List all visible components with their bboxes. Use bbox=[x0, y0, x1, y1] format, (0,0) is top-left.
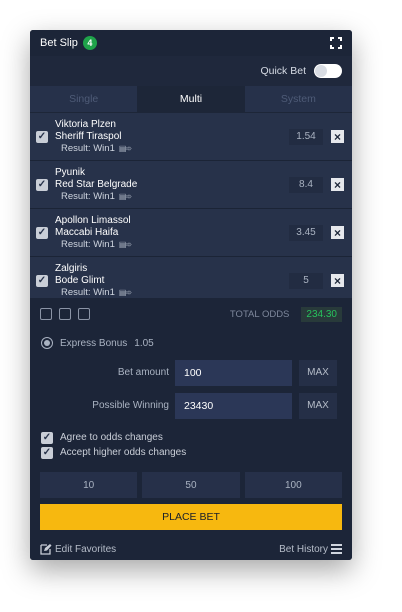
remove-bet-button[interactable]: × bbox=[331, 178, 344, 191]
tab-single[interactable]: Single bbox=[30, 86, 137, 112]
agree-odds-row: ✓ Agree to odds changes bbox=[30, 430, 352, 445]
express-bonus-row: Express Bonus 1.05 bbox=[30, 330, 352, 356]
home-team: Pyunik bbox=[55, 166, 86, 178]
stats-icon[interactable]: ▤➾ bbox=[119, 239, 132, 251]
footer: Edit Favorites Bet History bbox=[30, 543, 352, 555]
total-odds-label: TOTAL ODDS bbox=[229, 308, 290, 320]
bet-item: ✓ Pyunik Red Star Belgrade Result: Win1 ▤… bbox=[30, 161, 352, 209]
bet-amount-input[interactable]: 100 bbox=[175, 359, 292, 386]
bet-checkbox[interactable]: ✓ bbox=[36, 274, 48, 287]
bet-slip-panel: Bet Slip 4 Quick Bet Single Multi System… bbox=[30, 30, 352, 560]
remove-bet-button[interactable]: × bbox=[331, 130, 344, 143]
bet-checkbox[interactable]: ✓ bbox=[36, 226, 48, 239]
result-text: Result: Win1 bbox=[61, 238, 115, 250]
bet-amount-row: Bet amount 100 MAX bbox=[30, 356, 352, 389]
bet-text: Pyunik Red Star Belgrade Result: Win1 ▤➾ bbox=[55, 167, 289, 203]
possible-winning-max-button[interactable]: MAX bbox=[299, 392, 337, 419]
accept-higher-checkbox[interactable]: ✓ bbox=[41, 446, 53, 459]
stats-icon[interactable]: ▤➾ bbox=[119, 191, 132, 203]
quick-bet-row: Quick Bet bbox=[30, 56, 352, 86]
menu-icon bbox=[331, 544, 342, 554]
bet-count-badge: 4 bbox=[82, 36, 97, 50]
bet-text: Zalgiris Bode Glimt Result: Win1 ▤➾ bbox=[55, 263, 289, 299]
tab-system[interactable]: System bbox=[245, 86, 352, 112]
result-text: Result: Win1 bbox=[61, 142, 115, 154]
remove-bet-button[interactable]: × bbox=[331, 274, 344, 287]
home-team: Viktoria Plzen bbox=[55, 118, 116, 130]
edit-favorites-link[interactable]: Edit Favorites bbox=[40, 543, 116, 555]
express-bonus-radio[interactable] bbox=[41, 337, 53, 349]
place-bet-button[interactable]: PLACE BET bbox=[40, 504, 342, 530]
away-team: Bode Glimt bbox=[55, 274, 105, 286]
quick-bet-toggle[interactable] bbox=[314, 64, 342, 78]
bet-item: ✓ Viktoria Plzen Sheriff Tiraspol Result… bbox=[30, 113, 352, 161]
bet-odds: 3.45 bbox=[289, 224, 323, 241]
bet-result: Result: Win1 ▤➾ bbox=[61, 239, 289, 251]
radio-dot bbox=[44, 340, 50, 346]
bet-odds: 8.4 bbox=[289, 176, 323, 193]
bet-history-label: Bet History bbox=[279, 543, 328, 555]
quick-amount-button[interactable]: 50 bbox=[142, 472, 240, 498]
bet-result: Result: Win1 ▤➾ bbox=[61, 287, 289, 299]
stats-icon[interactable]: ▤➾ bbox=[119, 143, 132, 155]
copy-icon[interactable] bbox=[59, 308, 71, 320]
quick-amounts: 10 50 100 bbox=[30, 472, 352, 498]
home-team: Apollon Limassol bbox=[55, 214, 131, 226]
toggle-knob bbox=[315, 65, 327, 77]
express-bonus-label: Express Bonus bbox=[60, 337, 128, 349]
bet-summary: TOTAL ODDS 234.30 Express Bonus 1.05 Bet… bbox=[30, 298, 352, 560]
edit-icon bbox=[40, 544, 52, 555]
quick-amount-button[interactable]: 100 bbox=[244, 472, 342, 498]
bet-amount-max-button[interactable]: MAX bbox=[299, 359, 337, 386]
bet-checkbox[interactable]: ✓ bbox=[36, 130, 48, 143]
bet-result: Result: Win1 ▤➾ bbox=[61, 143, 289, 155]
bet-amount-label: Bet amount bbox=[117, 367, 169, 378]
possible-winning-row: Possible Winning 23430 MAX bbox=[30, 389, 352, 422]
bet-list: ✓ Viktoria Plzen Sheriff Tiraspol Result… bbox=[30, 113, 352, 305]
bet-type-tabs: Single Multi System bbox=[30, 86, 352, 113]
edit-favorites-label: Edit Favorites bbox=[55, 543, 117, 555]
delete-all-icon[interactable] bbox=[78, 308, 90, 320]
away-team: Maccabi Haifa bbox=[55, 226, 119, 238]
bet-odds: 1.54 bbox=[289, 128, 323, 145]
quick-bet-label: Quick Bet bbox=[260, 65, 306, 77]
accept-higher-row: ✓ Accept higher odds changes bbox=[30, 445, 352, 460]
express-bonus-value: 1.05 bbox=[134, 337, 154, 349]
bet-odds: 5 bbox=[289, 272, 323, 289]
total-odds-value: 234.30 bbox=[301, 306, 342, 322]
tools-row: TOTAL ODDS 234.30 bbox=[30, 298, 352, 330]
bet-text: Viktoria Plzen Sheriff Tiraspol Result: … bbox=[55, 119, 289, 155]
bet-history-link[interactable]: Bet History bbox=[279, 544, 342, 555]
away-team: Red Star Belgrade bbox=[55, 178, 138, 190]
bet-item: ✓ Apollon Limassol Maccabi Haifa Result:… bbox=[30, 209, 352, 257]
accept-higher-label: Accept higher odds changes bbox=[60, 447, 187, 458]
possible-winning-label: Possible Winning bbox=[92, 400, 169, 411]
tab-multi[interactable]: Multi bbox=[137, 86, 245, 112]
remove-bet-button[interactable]: × bbox=[331, 226, 344, 239]
agree-odds-checkbox[interactable]: ✓ bbox=[41, 431, 53, 444]
title-wrap: Bet Slip 4 bbox=[40, 36, 97, 50]
bet-slip-header: Bet Slip 4 bbox=[30, 30, 352, 56]
result-text: Result: Win1 bbox=[61, 190, 115, 202]
bet-text: Apollon Limassol Maccabi Haifa Result: W… bbox=[55, 215, 289, 251]
bet-result: Result: Win1 ▤➾ bbox=[61, 191, 289, 203]
possible-winning-input[interactable]: 23430 bbox=[175, 392, 292, 419]
home-team: Zalgiris bbox=[55, 262, 88, 274]
stats-icon[interactable]: ▤➾ bbox=[119, 287, 132, 299]
bet-checkbox[interactable]: ✓ bbox=[36, 178, 48, 191]
fullscreen-icon[interactable] bbox=[330, 37, 342, 49]
select-all-icon[interactable] bbox=[40, 308, 52, 320]
away-team: Sheriff Tiraspol bbox=[55, 130, 122, 142]
quick-amount-button[interactable]: 10 bbox=[40, 472, 138, 498]
bet-slip-title: Bet Slip bbox=[40, 37, 78, 49]
agree-odds-label: Agree to odds changes bbox=[60, 432, 163, 443]
result-text: Result: Win1 bbox=[61, 286, 115, 298]
